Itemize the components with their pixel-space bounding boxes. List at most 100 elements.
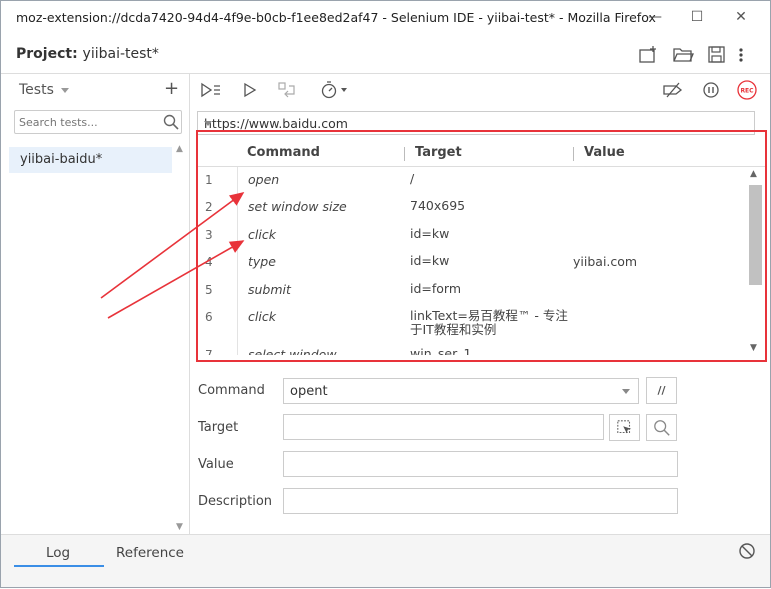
table-row[interactable]: 6 click linkText=易百教程™ - 专注于IT教程和实例: [197, 304, 747, 337]
record-label: REC: [740, 88, 754, 95]
scroll-down-icon[interactable]: ▼: [750, 343, 757, 353]
clear-log-icon[interactable]: [738, 542, 756, 560]
minimize-button[interactable]: —: [645, 7, 665, 27]
header-value: Value: [584, 145, 625, 160]
row-target: 740x695: [410, 198, 466, 213]
row-number: 3: [205, 228, 213, 242]
table-row[interactable]: 2 set window size 740x695: [197, 194, 747, 221]
command-label: Command: [198, 383, 265, 398]
select-target-button[interactable]: [609, 414, 640, 441]
select-target-icon: [616, 420, 631, 434]
command-table: Command Target Value 1 open / 2 set window s…: [197, 135, 765, 357]
row-target: id=form: [410, 281, 462, 296]
value-label: Value: [198, 457, 234, 472]
header-divider: [404, 147, 405, 161]
new-project-icon[interactable]: [638, 45, 660, 65]
find-target-button[interactable]: [646, 414, 677, 441]
tests-header: Tests +: [1, 74, 190, 106]
row-command: click: [248, 309, 276, 324]
row-command: type: [248, 254, 276, 269]
active-tab-indicator: [14, 565, 104, 567]
record-icon[interactable]: REC: [736, 80, 758, 100]
row-target: id=kw: [410, 226, 450, 241]
base-url-value: https://www.baidu.com: [204, 116, 348, 131]
disable-breakpoints-icon[interactable]: [662, 80, 684, 100]
row-value: yiibai.com: [573, 254, 638, 269]
target-label: Target: [198, 420, 239, 435]
scroll-thumb[interactable]: [749, 185, 762, 285]
run-toolbar: REC: [191, 74, 770, 106]
row-command: select window: [248, 347, 337, 355]
row-number: 7: [205, 348, 213, 355]
chevron-down-icon[interactable]: [61, 88, 69, 93]
table-row[interactable]: 5 submit id=form: [197, 277, 747, 304]
window-title: moz-extension://dcda7420-94d4-4f9e-b0cb-…: [16, 10, 656, 25]
header-divider: [573, 147, 574, 161]
project-bar: Project: yiibai-test*: [1, 34, 770, 74]
table-row[interactable]: 1 open /: [197, 167, 747, 194]
row-number: 4: [205, 255, 213, 269]
search-tests-input[interactable]: [19, 114, 159, 130]
search-icon: [653, 420, 670, 436]
scroll-up-icon[interactable]: ▲: [176, 144, 183, 154]
row-command: open: [248, 172, 280, 187]
maximize-button[interactable]: ☐: [687, 7, 707, 27]
row-target: id=kw: [410, 253, 450, 268]
tab-reference[interactable]: Reference: [116, 545, 184, 561]
run-icon[interactable]: [242, 80, 258, 100]
project-title: Project: yiibai-test*: [16, 46, 159, 62]
scroll-up-icon[interactable]: ▲: [750, 169, 757, 179]
firefox-window: moz-extension://dcda7420-94d4-4f9e-b0cb-…: [0, 0, 771, 588]
test-item[interactable]: yiibai-baidu*: [9, 147, 172, 173]
row-command: submit: [248, 282, 291, 297]
scroll-down-icon[interactable]: ▼: [176, 522, 183, 532]
description-field[interactable]: [283, 488, 678, 514]
add-test-button[interactable]: +: [164, 78, 179, 99]
close-button[interactable]: ✕: [731, 7, 751, 27]
command-field[interactable]: opent: [283, 378, 639, 404]
title-bar: moz-extension://dcda7420-94d4-4f9e-b0cb-…: [1, 1, 770, 34]
comment-toggle-button[interactable]: //: [646, 377, 677, 404]
chevron-down-icon[interactable]: [204, 121, 212, 126]
project-name[interactable]: yiibai-test*: [83, 46, 159, 62]
chevron-down-icon[interactable]: [622, 389, 630, 394]
table-row[interactable]: 4 type id=kw yiibai.com: [197, 249, 747, 276]
row-number: 2: [205, 200, 213, 214]
row-target: /: [410, 171, 415, 186]
search-icon: [163, 114, 179, 130]
speed-icon[interactable]: [320, 80, 348, 100]
tests-dropdown[interactable]: Tests: [19, 82, 54, 98]
tab-log[interactable]: Log: [46, 545, 70, 561]
table-scrollbar[interactable]: ▲ ▼: [748, 167, 763, 355]
row-command: click: [248, 227, 276, 242]
table-row[interactable]: 3 click id=kw: [197, 222, 747, 249]
row-target: linkText=易百教程™ - 专注于IT教程和实例: [410, 308, 568, 337]
table-row[interactable]: 7 select window win_ser_1: [197, 342, 747, 356]
command-editor: Command opent // Target Value Descriptio…: [191, 371, 770, 531]
table-header: Command Target Value: [197, 139, 765, 167]
value-field[interactable]: [283, 451, 678, 477]
project-label: Project:: [16, 46, 78, 62]
sidebar-scrollbar[interactable]: ▲ ▼: [172, 142, 189, 534]
save-icon[interactable]: [706, 45, 728, 65]
open-folder-icon[interactable]: [672, 45, 694, 65]
row-target: win_ser_1: [410, 346, 472, 356]
header-target: Target: [415, 145, 462, 160]
table-body: 1 open / 2 set window size 740x695 3 click id=kw…: [197, 167, 747, 356]
row-number: 1: [205, 173, 213, 187]
description-label: Description: [198, 494, 273, 509]
base-url-select[interactable]: https://www.baidu.com: [197, 111, 755, 135]
row-command: set window size: [248, 199, 347, 214]
row-number: 6: [205, 310, 213, 324]
run-all-icon[interactable]: [200, 80, 222, 100]
header-command: Command: [247, 145, 320, 160]
more-vert-icon[interactable]: [735, 45, 747, 65]
target-field[interactable]: [283, 414, 604, 440]
pause-icon[interactable]: [702, 80, 720, 100]
step-icon[interactable]: [277, 80, 297, 100]
search-tests-box: [14, 110, 182, 134]
tests-sidebar: Tests + yiibai-baidu* ▲ ▼: [1, 74, 190, 534]
command-field-value: opent: [290, 384, 328, 399]
bottom-panel: Log Reference: [1, 534, 770, 587]
row-number: 5: [205, 283, 213, 297]
